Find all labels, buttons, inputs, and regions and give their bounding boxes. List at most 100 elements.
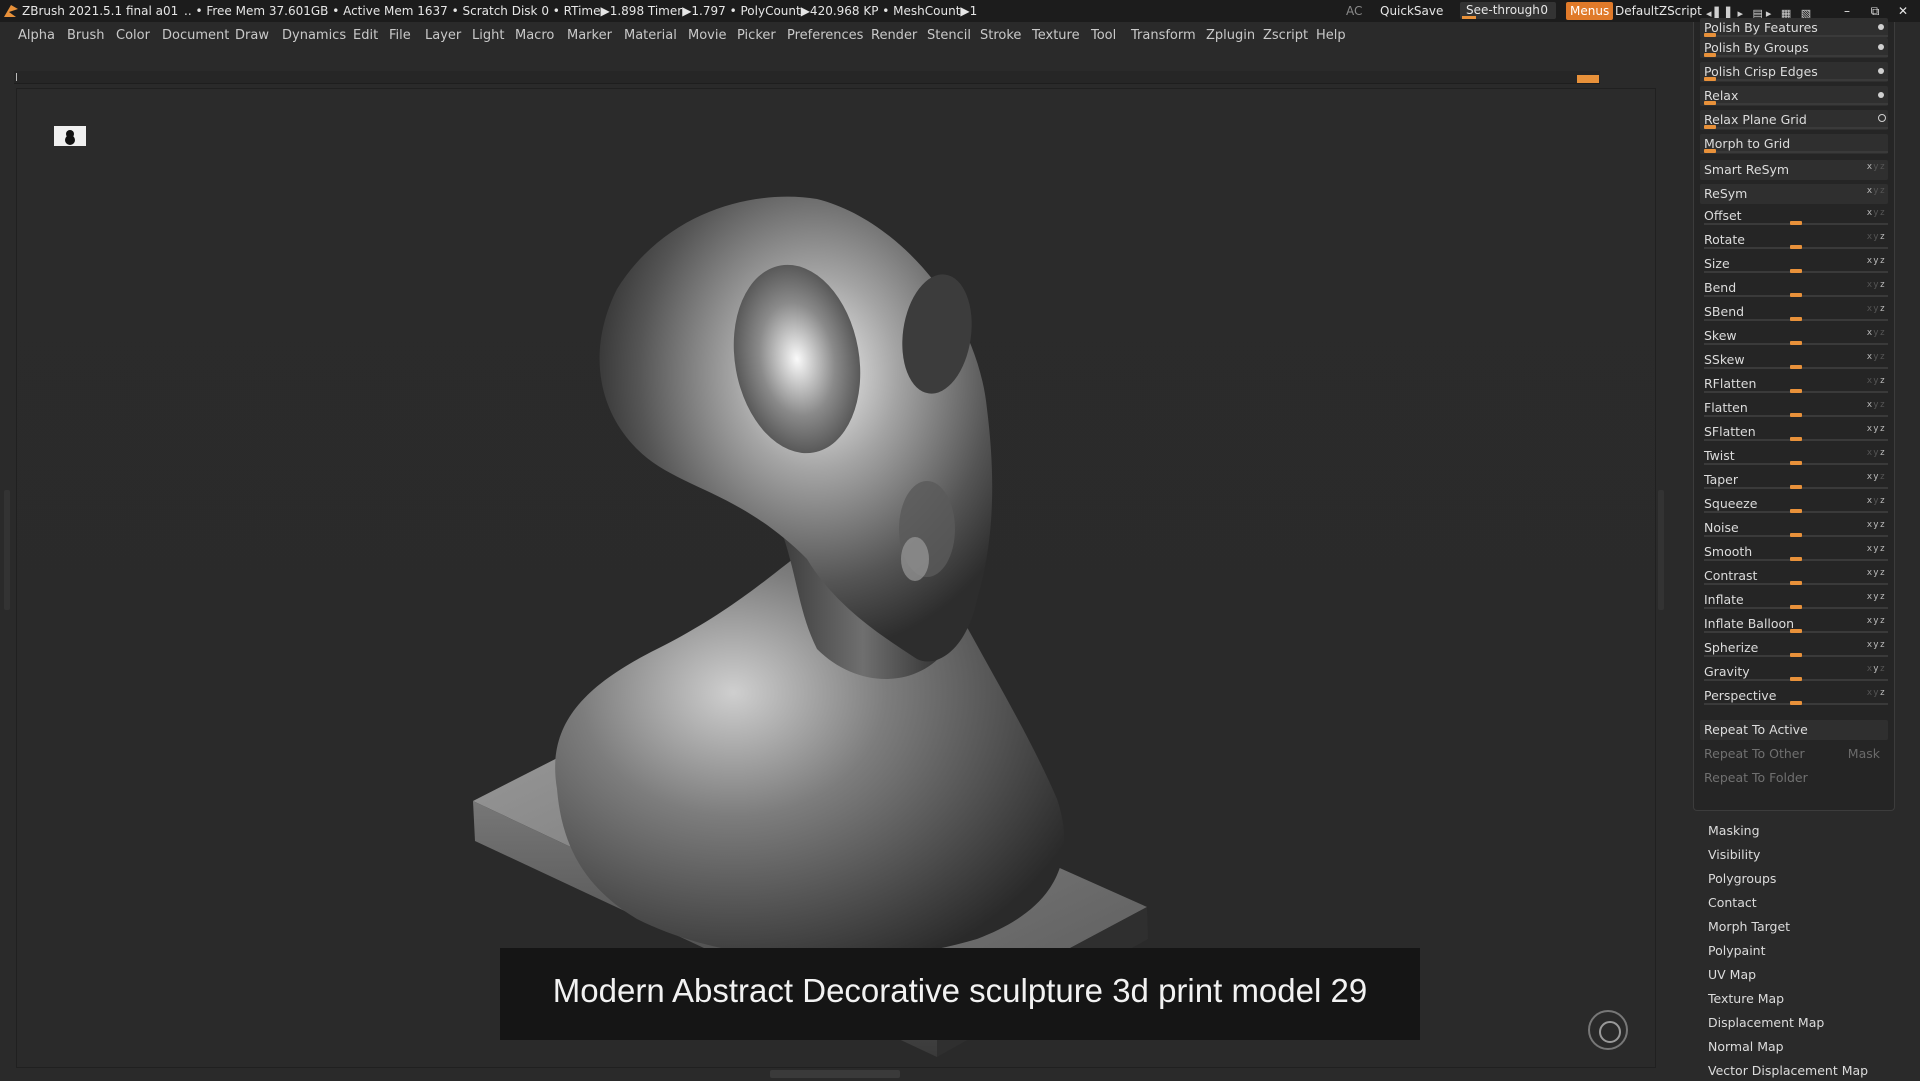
repeat-to-other-button[interactable]: Repeat To Other Mask bbox=[1700, 744, 1888, 764]
deformer-slider-knob[interactable] bbox=[1790, 509, 1802, 513]
slider-track[interactable] bbox=[1704, 101, 1888, 105]
menu-texture[interactable]: Texture bbox=[1032, 24, 1080, 48]
slider-knob[interactable] bbox=[1704, 149, 1716, 153]
menu-light[interactable]: Light bbox=[472, 24, 504, 48]
deformer-rflatten[interactable]: RFlatten xyz bbox=[1700, 374, 1888, 394]
deformer-slider-knob[interactable] bbox=[1790, 629, 1802, 633]
deformer-slider-track[interactable] bbox=[1704, 581, 1888, 585]
top-shelf[interactable] bbox=[14, 71, 1600, 84]
resym-button[interactable]: ReSym xyz bbox=[1700, 184, 1888, 204]
menu-dynamics[interactable]: Dynamics bbox=[282, 24, 346, 48]
slider-track[interactable] bbox=[1704, 77, 1888, 81]
menu-render[interactable]: Render bbox=[871, 24, 917, 48]
deformer-slider-track[interactable] bbox=[1704, 365, 1888, 369]
subpalette-polygroups[interactable]: Polygroups bbox=[1708, 869, 1888, 889]
xyz-axis-toggles[interactable]: xyz bbox=[1867, 203, 1886, 223]
subpalette-morph-target[interactable]: Morph Target bbox=[1708, 917, 1888, 937]
morph-to-grid-button[interactable]: Morph to Grid bbox=[1700, 134, 1888, 154]
navigation-compass-icon[interactable] bbox=[1588, 1010, 1628, 1050]
subpalette-texture-map[interactable]: Texture Map bbox=[1708, 989, 1888, 1009]
menu-help[interactable]: Help bbox=[1316, 24, 1346, 48]
xyz-axis-toggles[interactable]: xyz bbox=[1867, 611, 1886, 631]
deformer-sskew[interactable]: SSkew xyz bbox=[1700, 350, 1888, 370]
xyz-axis-toggles[interactable]: xyz bbox=[1867, 323, 1886, 343]
deformer-slider-knob[interactable] bbox=[1790, 317, 1802, 321]
deformer-slider-track[interactable] bbox=[1704, 509, 1888, 513]
deformer-twist[interactable]: Twist xyz bbox=[1700, 446, 1888, 466]
smart-resym-button[interactable]: Smart ReSym xyz bbox=[1700, 160, 1888, 180]
deformer-slider-knob[interactable] bbox=[1790, 605, 1802, 609]
toggle-ring-icon[interactable] bbox=[1878, 114, 1886, 122]
deformer-slider-knob[interactable] bbox=[1790, 701, 1802, 705]
menu-file[interactable]: File bbox=[389, 24, 411, 48]
xyz-axis-toggles[interactable]: xyz bbox=[1867, 635, 1886, 655]
viewport-camera-icon[interactable] bbox=[54, 126, 86, 146]
deformer-offset[interactable]: Offset xyz bbox=[1700, 206, 1888, 226]
deformer-slider-track[interactable] bbox=[1704, 293, 1888, 297]
mask-button[interactable]: Mask bbox=[1848, 744, 1880, 764]
xyz-axis-toggles[interactable]: xyz bbox=[1867, 227, 1886, 247]
subpalette-polypaint[interactable]: Polypaint bbox=[1708, 941, 1888, 961]
subpalette-contact[interactable]: Contact bbox=[1708, 893, 1888, 913]
menu-document[interactable]: Document bbox=[162, 24, 229, 48]
deformer-sbend[interactable]: SBend xyz bbox=[1700, 302, 1888, 322]
slider-knob[interactable] bbox=[1704, 53, 1716, 57]
quicksave-button[interactable]: QuickSave bbox=[1380, 0, 1443, 22]
deformer-slider-track[interactable] bbox=[1704, 437, 1888, 441]
slider-knob[interactable] bbox=[1704, 77, 1716, 81]
menu-preferences[interactable]: Preferences bbox=[787, 24, 863, 48]
subpalette-visibility[interactable]: Visibility bbox=[1708, 845, 1888, 865]
xyz-axis-toggles[interactable]: xyz bbox=[1867, 683, 1886, 703]
deformer-slider-knob[interactable] bbox=[1790, 581, 1802, 585]
toggle-dot-icon[interactable] bbox=[1878, 92, 1884, 98]
right-tray-handle[interactable] bbox=[1658, 490, 1664, 610]
deformer-slider-track[interactable] bbox=[1704, 485, 1888, 489]
close-icon[interactable]: ✕ bbox=[1892, 0, 1914, 22]
subpalette-displacement-map[interactable]: Displacement Map bbox=[1708, 1013, 1888, 1033]
xyz-axis-toggles[interactable]: xyz bbox=[1867, 659, 1886, 679]
deformer-slider-knob[interactable] bbox=[1790, 461, 1802, 465]
slider-track[interactable] bbox=[1704, 33, 1888, 37]
xyz-axis-toggles[interactable]: xyz bbox=[1867, 467, 1886, 487]
slider-knob[interactable] bbox=[1704, 33, 1716, 37]
deformer-sflatten[interactable]: SFlatten xyz bbox=[1700, 422, 1888, 442]
slider-track[interactable] bbox=[1704, 53, 1888, 57]
menu-zscript[interactable]: Zscript bbox=[1263, 24, 1308, 48]
xyz-axis-toggles[interactable]: xyz bbox=[1867, 157, 1886, 177]
bottom-tray-handle[interactable] bbox=[770, 1070, 900, 1078]
xyz-axis-toggles[interactable]: xyz bbox=[1867, 443, 1886, 463]
deformer-squeeze[interactable]: Squeeze xyz bbox=[1700, 494, 1888, 514]
deformer-slider-knob[interactable] bbox=[1790, 557, 1802, 561]
polish-crisp-edges-button[interactable]: Polish Crisp Edges bbox=[1700, 62, 1888, 82]
deformer-inflate-balloon[interactable]: Inflate Balloon xyz bbox=[1700, 614, 1888, 634]
subpalette-normal-map[interactable]: Normal Map bbox=[1708, 1037, 1888, 1057]
polish-by-groups-button[interactable]: Polish By Groups bbox=[1700, 38, 1888, 58]
xyz-axis-toggles[interactable]: xyz bbox=[1867, 395, 1886, 415]
see-through-knob[interactable] bbox=[1462, 16, 1476, 19]
deformer-slider-track[interactable] bbox=[1704, 317, 1888, 321]
deformer-slider-track[interactable] bbox=[1704, 269, 1888, 273]
xyz-axis-toggles[interactable]: xyz bbox=[1867, 419, 1886, 439]
relax-button[interactable]: Relax bbox=[1700, 86, 1888, 106]
deformer-slider-track[interactable] bbox=[1704, 245, 1888, 249]
deformer-smooth[interactable]: Smooth xyz bbox=[1700, 542, 1888, 562]
deformer-slider-knob[interactable] bbox=[1790, 485, 1802, 489]
menu-color[interactable]: Color bbox=[116, 24, 150, 48]
deformer-contrast[interactable]: Contrast xyz bbox=[1700, 566, 1888, 586]
menus-toggle-button[interactable]: Menus bbox=[1566, 2, 1614, 20]
menu-stencil[interactable]: Stencil bbox=[927, 24, 971, 48]
deformer-slider-track[interactable] bbox=[1704, 653, 1888, 657]
repeat-to-active-button[interactable]: Repeat To Active bbox=[1700, 720, 1888, 740]
deformer-rotate[interactable]: Rotate xyz bbox=[1700, 230, 1888, 250]
deformer-slider-track[interactable] bbox=[1704, 557, 1888, 561]
deformer-perspective[interactable]: Perspective xyz bbox=[1700, 686, 1888, 706]
deformer-slider-knob[interactable] bbox=[1790, 389, 1802, 393]
toggle-dot-icon[interactable] bbox=[1878, 24, 1884, 30]
xyz-axis-toggles[interactable]: xyz bbox=[1867, 347, 1886, 367]
slider-track[interactable] bbox=[1704, 125, 1888, 129]
menu-picker[interactable]: Picker bbox=[737, 24, 776, 48]
menu-marker[interactable]: Marker bbox=[567, 24, 612, 48]
deformer-size[interactable]: Size xyz bbox=[1700, 254, 1888, 274]
xyz-axis-toggles[interactable]: xyz bbox=[1867, 251, 1886, 271]
deformer-slider-track[interactable] bbox=[1704, 461, 1888, 465]
